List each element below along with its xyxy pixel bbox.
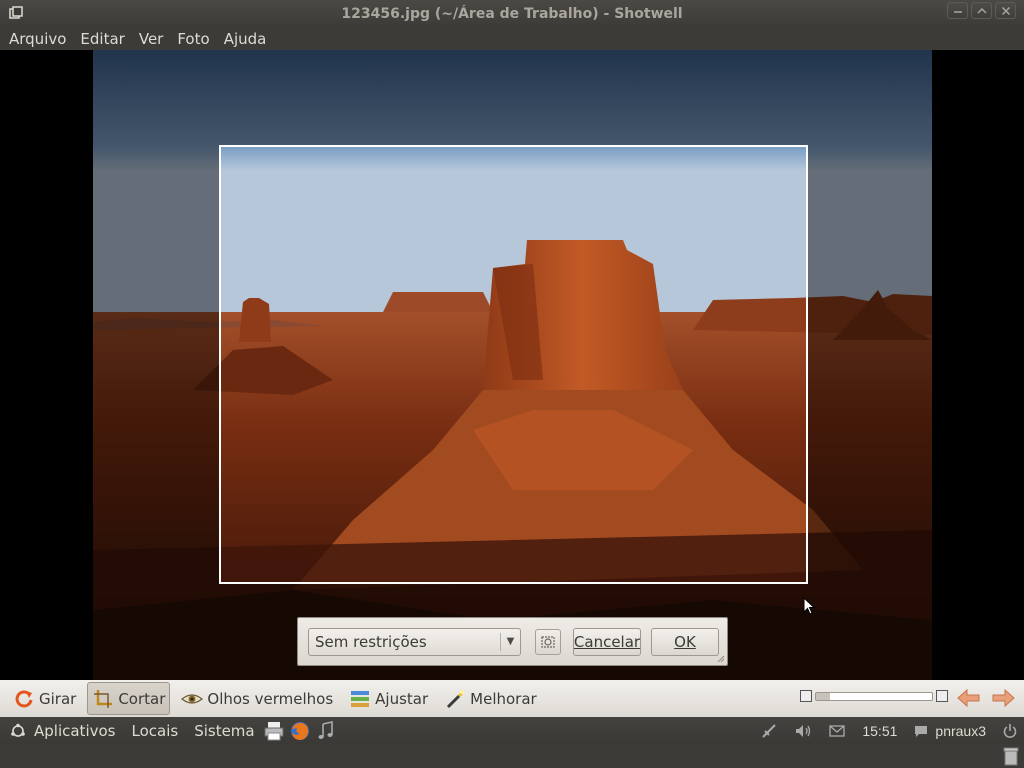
desktop-panel: Aplicativos Locais Sistema 15:51 pnraux3 xyxy=(0,717,1024,744)
firefox-icon[interactable] xyxy=(289,720,311,742)
enhance-icon xyxy=(444,688,466,710)
menu-editar[interactable]: Editar xyxy=(80,30,124,48)
photo-navigation xyxy=(957,688,1015,708)
trash-icon[interactable] xyxy=(1002,746,1020,766)
crop-rectangle[interactable] xyxy=(219,145,808,584)
adjust-tool-label: Ajustar xyxy=(375,689,429,708)
user-name: pnraux3 xyxy=(935,722,986,739)
zoom-out-icon[interactable] xyxy=(800,690,812,702)
volume-icon[interactable] xyxy=(794,722,812,740)
window-controls xyxy=(947,2,1016,19)
panel-menu-aplicativos[interactable]: Aplicativos xyxy=(34,722,115,740)
red-eye-tool-label: Olhos vermelhos xyxy=(207,689,334,708)
rotate-tool-label: Girar xyxy=(39,689,77,708)
crop-constraint-combo[interactable]: Sem restrições ▼ xyxy=(308,627,521,656)
chat-bubble-icon xyxy=(915,725,928,737)
adjust-tool-button[interactable]: Ajustar xyxy=(344,682,433,715)
mail-icon[interactable] xyxy=(828,722,846,740)
shotwell-icon[interactable] xyxy=(9,6,23,20)
window-list-panel xyxy=(0,744,1024,768)
printer-icon[interactable] xyxy=(263,720,285,742)
panel-menu-locais[interactable]: Locais xyxy=(131,722,178,740)
photo-viewer[interactable]: Sem restrições ▼ Cancelar OK xyxy=(0,50,1024,680)
adjust-icon xyxy=(349,688,371,710)
resize-grip-icon[interactable] xyxy=(715,653,725,663)
crop-tool-button[interactable]: Cortar xyxy=(87,682,171,715)
menu-bar: Arquivo Editar Ver Foto Ajuda xyxy=(0,27,1024,50)
zoom-level-fill xyxy=(816,692,830,700)
rotate-icon xyxy=(13,688,35,710)
zoom-in-icon[interactable] xyxy=(936,690,948,702)
menu-arquivo[interactable]: Arquivo xyxy=(9,30,66,48)
red-eye-icon xyxy=(181,688,204,710)
ok-button[interactable]: OK xyxy=(651,627,719,656)
crop-tool-label: Cortar xyxy=(118,689,166,708)
crop-tool-window: Sem restrições ▼ Cancelar OK xyxy=(297,617,728,666)
maximize-button[interactable] xyxy=(971,2,992,19)
cancel-button[interactable]: Cancelar xyxy=(573,627,641,656)
clock[interactable]: 15:51 xyxy=(862,723,897,739)
menu-ver[interactable]: Ver xyxy=(139,30,164,48)
menu-ajuda[interactable]: Ajuda xyxy=(224,30,267,48)
close-button[interactable] xyxy=(995,2,1016,19)
panel-launchers xyxy=(263,720,337,742)
combo-arrow-icon[interactable]: ▼ xyxy=(500,632,520,651)
crop-region-photo xyxy=(221,147,806,582)
pivot-reticle-icon xyxy=(541,635,555,648)
enhance-tool-label: Melhorar xyxy=(470,689,537,708)
zoom-track[interactable] xyxy=(815,691,933,701)
panel-indicators: 15:51 pnraux3 xyxy=(760,717,1018,744)
rotate-tool-button[interactable]: Girar xyxy=(8,682,81,715)
zoom-slider[interactable] xyxy=(800,690,948,702)
window-titlebar[interactable]: 123456.jpg (~/Área de Trabalho) - Shotwe… xyxy=(0,0,1024,27)
enhance-tool-button[interactable]: Melhorar xyxy=(439,682,542,715)
panel-menu-sistema[interactable]: Sistema xyxy=(194,722,254,740)
music-icon[interactable] xyxy=(315,720,337,742)
maximize-icon xyxy=(976,7,987,14)
minimize-icon xyxy=(953,10,962,13)
crop-constraint-value: Sem restrições xyxy=(315,632,427,651)
previous-photo-icon[interactable] xyxy=(957,688,981,708)
menu-foto[interactable]: Foto xyxy=(177,30,209,48)
user-menu[interactable]: pnraux3 xyxy=(913,723,986,739)
editing-toolbar: Girar Cortar Olhos vermelhos Ajustar Mel… xyxy=(0,680,1024,717)
minimize-button[interactable] xyxy=(947,2,968,19)
photo-canvas[interactable] xyxy=(93,50,932,680)
power-icon[interactable] xyxy=(1002,723,1018,739)
window-title: 123456.jpg (~/Área de Trabalho) - Shotwe… xyxy=(341,5,683,22)
ubuntu-logo-icon[interactable] xyxy=(10,723,26,739)
red-eye-tool-button[interactable]: Olhos vermelhos xyxy=(176,682,338,715)
next-photo-icon[interactable] xyxy=(991,688,1015,708)
pivot-reticle-button[interactable] xyxy=(535,628,561,655)
network-icon[interactable] xyxy=(760,722,778,740)
crop-icon xyxy=(92,688,114,710)
mouse-pointer-icon xyxy=(803,597,815,615)
close-icon xyxy=(1001,6,1010,15)
